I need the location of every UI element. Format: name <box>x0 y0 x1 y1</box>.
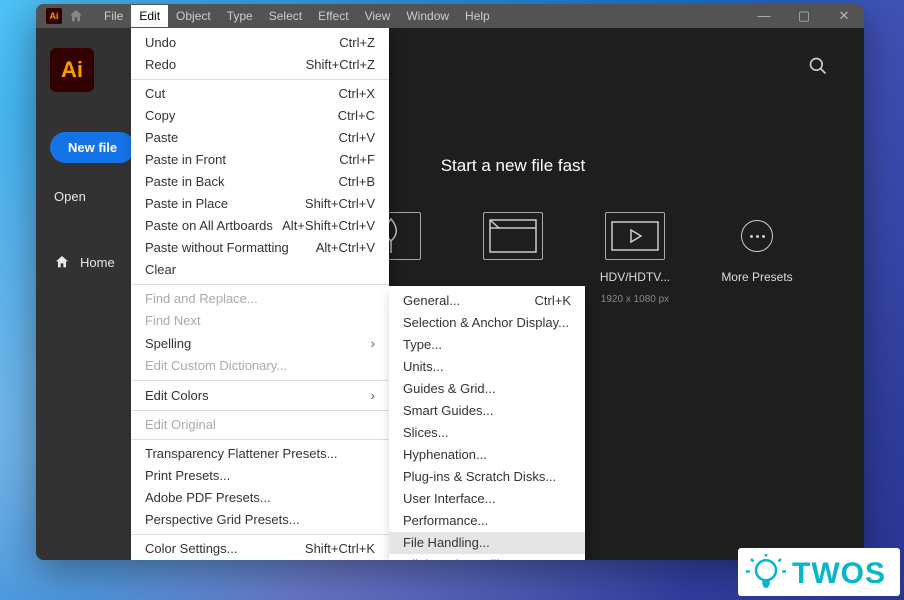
edit-menu: UndoCtrl+ZRedoShift+Ctrl+Z CutCtrl+XCopyC… <box>131 28 389 560</box>
menu-window[interactable]: Window <box>398 5 457 27</box>
edit-menu-item: Find Next <box>131 310 389 332</box>
edit-menu-item[interactable]: Paste in PlaceShift+Ctrl+V <box>131 193 389 215</box>
edit-menu-item[interactable]: UndoCtrl+Z <box>131 32 389 54</box>
preferences-submenu: General...Ctrl+KSelection & Anchor Displ… <box>389 286 585 560</box>
prefs-menu-item[interactable]: General...Ctrl+K <box>389 290 585 312</box>
menu-type[interactable]: Type <box>219 5 261 27</box>
app-window: Ai File Edit Object Type Select Effect V… <box>36 4 864 560</box>
preset-sub: 1920 x 1080 px <box>601 294 669 305</box>
app-icon: Ai <box>46 8 62 24</box>
prefs-menu-item[interactable]: Guides & Grid... <box>389 378 585 400</box>
edit-menu-item[interactable]: Adobe PDF Presets... <box>131 487 389 509</box>
edit-menu-item: Edit Original <box>131 414 389 436</box>
prefs-menu-item[interactable]: Units... <box>389 356 585 378</box>
prefs-menu-item[interactable]: Selection & Anchor Display... <box>389 312 585 334</box>
home-icon <box>54 254 70 270</box>
edit-menu-item[interactable]: CopyCtrl+C <box>131 105 389 127</box>
edit-menu-item: Edit Custom Dictionary... <box>131 355 389 377</box>
edit-menu-item[interactable]: CutCtrl+X <box>131 83 389 105</box>
edit-menu-item[interactable]: Transparency Flattener Presets... <box>131 443 389 465</box>
preset-item[interactable]: HDV/HDTV... 1920 x 1080 px <box>592 212 678 305</box>
prefs-menu-item[interactable]: Smart Guides... <box>389 400 585 422</box>
preset-name: HDV/HDTV... <box>592 270 678 284</box>
watermark: TWOS <box>738 548 900 596</box>
menu-bar: File Edit Object Type Select Effect View… <box>96 5 498 27</box>
window-icon <box>489 219 537 253</box>
edit-menu-item[interactable]: PasteCtrl+V <box>131 127 389 149</box>
preset-more[interactable]: More Presets <box>714 212 800 305</box>
edit-menu-item[interactable]: Clear <box>131 259 389 281</box>
search-icon[interactable] <box>808 56 828 76</box>
edit-menu-item[interactable]: Color Settings...Shift+Ctrl+K <box>131 538 389 560</box>
sidebar-home-label: Home <box>80 255 115 270</box>
new-file-button[interactable]: New file <box>50 132 135 163</box>
menu-effect[interactable]: Effect <box>310 5 356 27</box>
menu-view[interactable]: View <box>357 5 399 27</box>
play-icon <box>611 221 659 251</box>
titlebar: Ai File Edit Object Type Select Effect V… <box>36 4 864 28</box>
menu-help[interactable]: Help <box>457 5 498 27</box>
home-icon[interactable] <box>68 8 84 24</box>
edit-menu-item[interactable]: Paste on All ArtboardsAlt+Shift+Ctrl+V <box>131 215 389 237</box>
prefs-menu-item[interactable]: Type... <box>389 334 585 356</box>
edit-menu-item[interactable]: Edit Colors <box>131 384 389 407</box>
lightbulb-icon <box>746 552 786 596</box>
menu-edit[interactable]: Edit <box>131 5 168 27</box>
prefs-menu-item[interactable]: Plug-ins & Scratch Disks... <box>389 466 585 488</box>
prefs-menu-item[interactable]: Performance... <box>389 510 585 532</box>
menu-object[interactable]: Object <box>168 5 219 27</box>
prefs-menu-item[interactable]: Hyphenation... <box>389 444 585 466</box>
watermark-text: TWOS <box>792 557 886 591</box>
edit-menu-item[interactable]: Spelling <box>131 332 389 355</box>
prefs-menu-item[interactable]: File Handling... <box>389 532 585 554</box>
preset-name: More Presets <box>714 270 800 284</box>
edit-menu-item: Find and Replace... <box>131 288 389 310</box>
minimize-button[interactable]: — <box>744 8 784 24</box>
close-button[interactable]: ✕ <box>824 8 864 24</box>
edit-menu-item[interactable]: RedoShift+Ctrl+Z <box>131 54 389 76</box>
edit-menu-item[interactable]: Paste in FrontCtrl+F <box>131 149 389 171</box>
maximize-button[interactable]: ▢ <box>784 8 824 24</box>
more-icon <box>741 220 773 252</box>
edit-menu-item[interactable]: Perspective Grid Presets... <box>131 509 389 531</box>
edit-menu-item[interactable]: Paste in BackCtrl+B <box>131 171 389 193</box>
edit-menu-item[interactable]: Paste without FormattingAlt+Ctrl+V <box>131 237 389 259</box>
menu-select[interactable]: Select <box>261 5 310 27</box>
prefs-menu-item[interactable]: Slices... <box>389 422 585 444</box>
illustrator-logo: Ai <box>50 48 94 92</box>
edit-menu-item[interactable]: Print Presets... <box>131 465 389 487</box>
menu-file[interactable]: File <box>96 5 131 27</box>
prefs-menu-item[interactable]: User Interface... <box>389 488 585 510</box>
prefs-menu-item[interactable]: Clipboard Handling... <box>389 554 585 560</box>
